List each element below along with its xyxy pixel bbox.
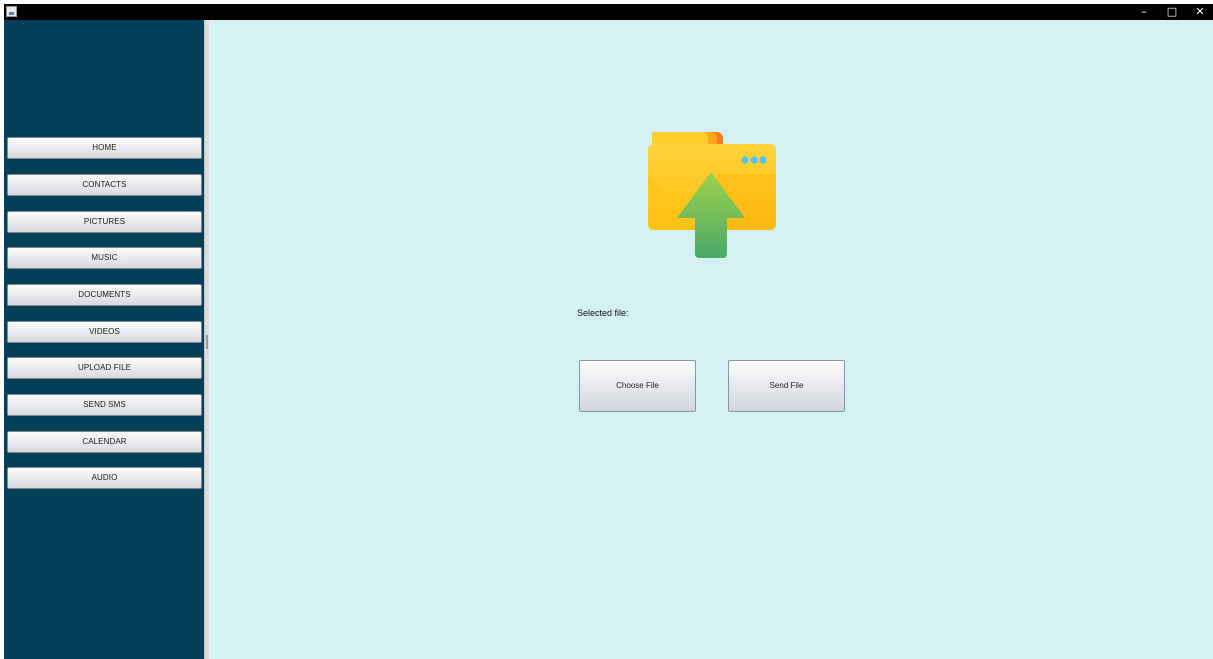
sidebar-item-contacts[interactable]: CONTACTS <box>7 174 202 196</box>
send-file-button[interactable]: Send File <box>728 360 845 412</box>
selected-file-label: Selected file: <box>577 308 629 318</box>
sidebar-item-documents[interactable]: DOCUMENTS <box>7 284 202 306</box>
sidebar-item-pictures[interactable]: PICTURES <box>7 211 202 233</box>
choose-file-button[interactable]: Choose File <box>579 360 696 412</box>
sidebar-item-send-sms[interactable]: SEND SMS <box>7 394 202 416</box>
sidebar: HOME CONTACTS PICTURES MUSIC DOCUMENTS V… <box>4 20 204 659</box>
sidebar-item-upload-file[interactable]: UPLOAD FILE <box>7 357 202 379</box>
main-panel: Selected file: Choose File Send File <box>210 20 1213 659</box>
sidebar-item-audio[interactable]: AUDIO <box>7 467 202 489</box>
title-bar[interactable]: – □ ✕ <box>4 4 1213 20</box>
sidebar-item-music[interactable]: MUSIC <box>7 247 202 269</box>
app-icon <box>6 6 17 17</box>
sidebar-item-videos[interactable]: VIDEOS <box>7 321 202 343</box>
minimize-button[interactable]: – <box>1130 4 1158 20</box>
sidebar-item-home[interactable]: HOME <box>7 137 202 159</box>
divider-grip-icon[interactable] <box>206 335 208 349</box>
close-button[interactable]: ✕ <box>1186 4 1213 20</box>
folder-upload-icon <box>648 132 776 258</box>
sidebar-item-calendar[interactable]: CALENDAR <box>7 431 202 453</box>
maximize-button[interactable]: □ <box>1158 4 1186 20</box>
